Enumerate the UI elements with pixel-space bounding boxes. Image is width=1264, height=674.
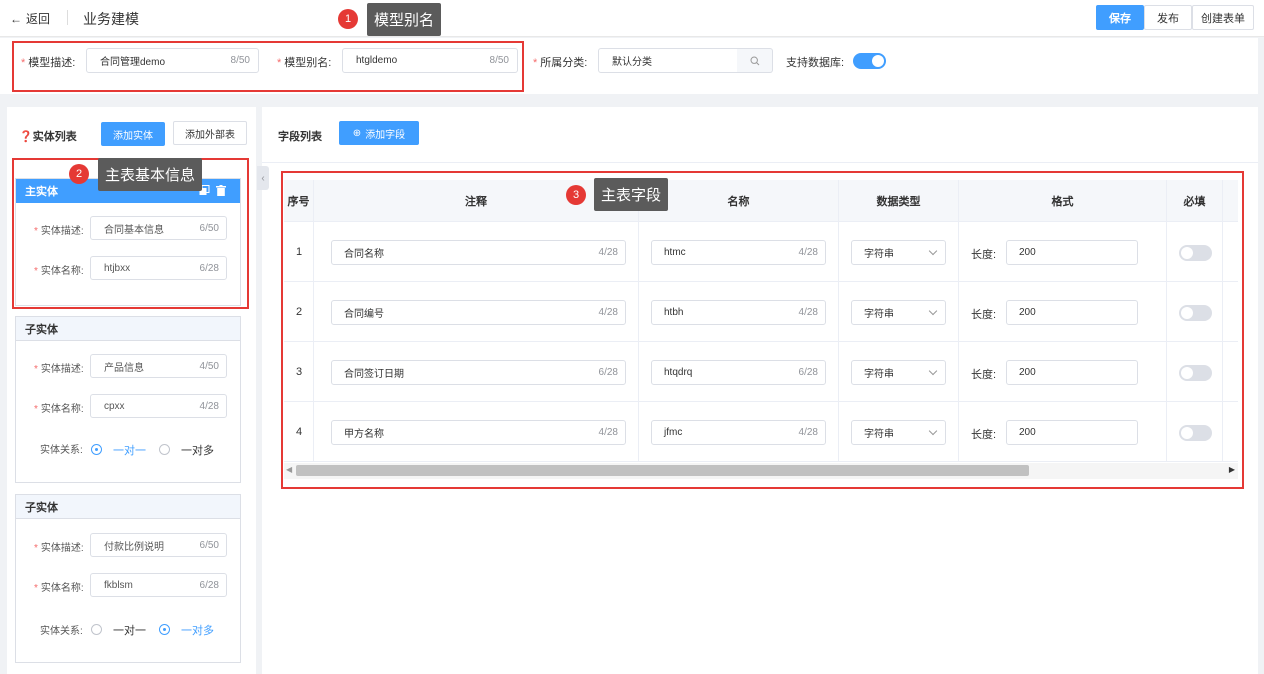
field-list-title: 字段列表 <box>278 131 322 143</box>
annotation-label: 主表基本信息 <box>98 158 203 191</box>
sub-entity-desc-label: * 实体描述: <box>34 364 84 375</box>
add-external-table-button[interactable]: 添加外部表 <box>173 121 247 145</box>
annotation-badge: 1 <box>338 9 358 29</box>
annotation-box <box>281 171 1244 489</box>
entity-list-title: ❓实体列表 <box>19 131 77 143</box>
sub-entity-name-input[interactable]: fkblsm 6/28 <box>90 573 227 597</box>
db-support-toggle[interactable] <box>853 53 886 69</box>
sub-entity-name-label: * 实体名称: <box>34 404 84 415</box>
search-icon <box>749 55 759 65</box>
divider <box>67 10 68 25</box>
char-count: 4/50 <box>199 361 219 372</box>
annotation-badge: 2 <box>69 164 89 184</box>
sub-entity-desc-input[interactable]: 产品信息 4/50 <box>90 354 227 378</box>
sub-entity-relation-label: 实体关系: <box>40 445 83 456</box>
sub-entity-header: 子实体 <box>16 495 240 519</box>
save-button[interactable]: 保存 <box>1096 5 1144 30</box>
sub-entity-desc-label: * 实体描述: <box>34 543 84 554</box>
top-bar: ← 返回 业务建模 保存 发布 创建表单 <box>0 0 1264 37</box>
page-title: 业务建模 <box>83 11 139 27</box>
category-input[interactable]: 默认分类 <box>598 48 738 73</box>
sub-entity-name-label: * 实体名称: <box>34 583 84 594</box>
radio-one-to-many[interactable] <box>159 624 170 635</box>
sub-entity-desc-input[interactable]: 付款比例说明 6/50 <box>90 533 227 557</box>
radio-label-one-to-one: 一对一 <box>113 625 146 637</box>
collapse-handle[interactable]: ‹ <box>257 166 269 190</box>
radio-one-to-many[interactable] <box>159 444 170 455</box>
divider <box>262 162 1258 163</box>
db-support-label: 支持数据库: <box>786 57 845 69</box>
plus-circle-icon: ⊕ <box>352 127 362 139</box>
annotation-badge: 3 <box>566 185 586 205</box>
radio-label-one-to-many: 一对多 <box>181 445 214 457</box>
category-label: * 所属分类: <box>533 57 588 69</box>
back-label: 返回 <box>26 12 51 26</box>
annotation-label: 主表字段 <box>594 178 669 211</box>
sub-entity-header: 子实体 <box>16 317 240 341</box>
arrow-left-icon: ← <box>10 12 22 26</box>
radio-label-one-to-one: 一对一 <box>113 445 146 457</box>
category-search-button[interactable] <box>737 48 773 73</box>
create-form-button[interactable]: 创建表单 <box>1192 5 1254 30</box>
back-button[interactable]: ← 返回 <box>10 10 50 27</box>
add-entity-button[interactable]: 添加实体 <box>101 122 165 146</box>
annotation-label: 模型别名 <box>367 3 442 36</box>
radio-label-one-to-many: 一对多 <box>181 625 214 637</box>
sub-entity-name-input[interactable]: cpxx 4/28 <box>90 394 227 418</box>
annotation-box <box>12 41 524 92</box>
publish-button[interactable]: 发布 <box>1144 5 1192 30</box>
sub-entity-relation-label: 实体关系: <box>40 626 83 637</box>
char-count: 4/28 <box>199 401 219 412</box>
char-count: 6/28 <box>199 580 219 591</box>
char-count: 6/50 <box>199 540 219 551</box>
radio-one-to-one[interactable] <box>91 444 102 455</box>
chevron-left-icon: ‹ <box>261 172 265 184</box>
radio-one-to-one[interactable] <box>91 624 102 635</box>
add-field-button[interactable]: ⊕ 添加字段 <box>339 121 419 145</box>
